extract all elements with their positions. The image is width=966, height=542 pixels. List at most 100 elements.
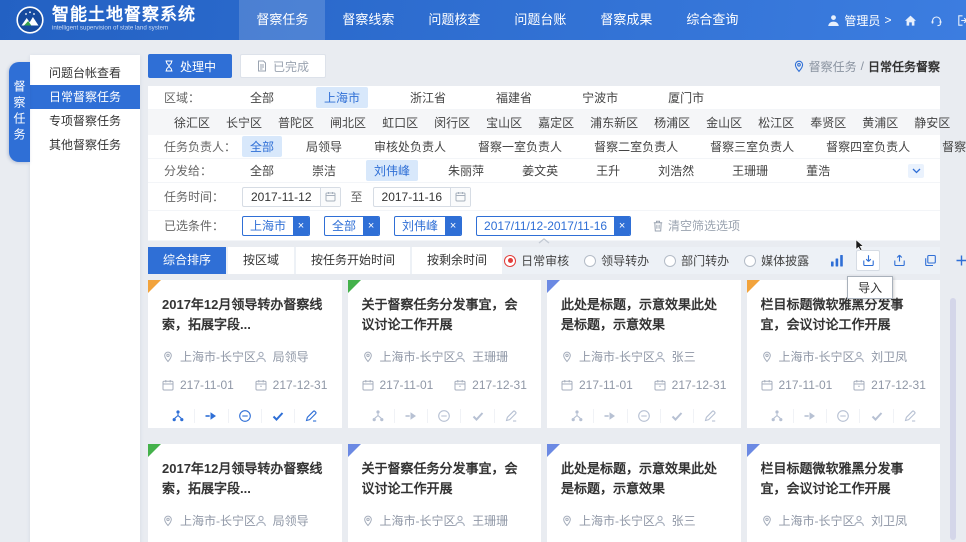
task-card[interactable]: 关于督察任务分发事宜，会议讨论工作开展 上海市-长宁区 王珊珊 217-11-0… [348, 280, 542, 428]
calendar-icon[interactable] [320, 188, 340, 206]
chevron-down-icon[interactable] [908, 164, 924, 178]
close-icon[interactable]: × [363, 217, 379, 235]
import-button[interactable]: 导入 [856, 250, 880, 271]
sort-tab[interactable]: 按区域 [228, 247, 296, 274]
collapse-icon[interactable] [538, 238, 550, 244]
sidebar-item[interactable]: 日常督察任务 [30, 85, 140, 109]
date-from-input[interactable]: 2017-11-12 [242, 187, 341, 207]
nav-item[interactable]: 督察任务 [239, 0, 325, 40]
filter-option[interactable]: 全部 [242, 160, 282, 181]
filter-option[interactable]: 督察五室负责人 [934, 136, 966, 157]
filter-option[interactable]: 松江区 [750, 112, 802, 133]
filter-option[interactable]: 全部 [242, 87, 282, 108]
filter-option[interactable]: 福建省 [488, 87, 540, 108]
task-card[interactable]: 关于督察任务分发事宜，会议讨论工作开展 上海市-长宁区 王珊珊 217-11-0… [348, 444, 542, 542]
filter-option[interactable]: 长宁区 [218, 112, 270, 133]
edit-button[interactable] [494, 409, 527, 423]
filter-option[interactable]: 董浩 [798, 160, 838, 181]
add-icon[interactable] [949, 250, 966, 271]
calendar-icon[interactable] [450, 188, 470, 206]
task-card[interactable]: 2017年12月领导转办督察线索，拓展字段... 上海市-长宁区 局领导 217… [148, 280, 342, 428]
filter-option[interactable]: 宝山区 [478, 112, 530, 133]
distribute-button[interactable] [162, 409, 194, 423]
copy-icon[interactable] [918, 250, 942, 271]
filter-option[interactable]: 王升 [588, 160, 628, 181]
complete-button[interactable] [460, 409, 493, 423]
filter-option[interactable]: 朱丽萍 [440, 160, 492, 181]
close-icon[interactable]: × [614, 217, 630, 235]
filter-option[interactable]: 督察四室负责人 [818, 136, 918, 157]
export-icon[interactable] [887, 250, 911, 271]
filter-option[interactable]: 审核处负责人 [366, 136, 454, 157]
filter-option[interactable]: 全部 [242, 136, 282, 157]
tab-completed[interactable]: 已完成 [240, 54, 326, 78]
tab-processing[interactable]: 处理中 [148, 54, 232, 78]
close-icon[interactable]: × [293, 217, 309, 235]
service-icon[interactable] [930, 14, 943, 27]
nav-item[interactable]: 督察成果 [583, 0, 669, 40]
sort-tab[interactable]: 按剩余时间 [412, 247, 504, 274]
filter-option[interactable]: 嘉定区 [530, 112, 582, 133]
filter-option[interactable]: 督察一室负责人 [470, 136, 570, 157]
filter-option[interactable]: 崇洁 [304, 160, 344, 181]
suspend-button[interactable] [427, 409, 460, 423]
filter-option[interactable]: 刘伟峰 [366, 160, 418, 181]
task-card[interactable]: 2017年12月领导转办督察线索，拓展字段... 上海市-长宁区 局领导 217… [148, 444, 342, 542]
task-card[interactable]: 此处是标题，示意效果此处是标题，示意效果 上海市-长宁区 张三 217-11-0… [547, 280, 741, 428]
vertical-scrollbar[interactable] [950, 298, 956, 540]
forward-button[interactable] [394, 409, 427, 423]
home-icon[interactable] [904, 14, 917, 27]
sidebar-item[interactable]: 其他督察任务 [30, 133, 140, 157]
forward-button[interactable] [593, 409, 626, 423]
logout-icon[interactable] [956, 14, 966, 27]
forward-button[interactable] [793, 409, 826, 423]
user-menu[interactable]: 管理员> [827, 12, 891, 29]
filter-option[interactable]: 局领导 [298, 136, 350, 157]
filter-option[interactable]: 虹口区 [374, 112, 426, 133]
category-radio[interactable]: 部门转办 [664, 252, 729, 269]
breadcrumb-section[interactable]: 督察任务 [809, 58, 857, 75]
edit-button[interactable] [693, 409, 726, 423]
category-radio[interactable]: 日常审核 [504, 252, 569, 269]
sidebar-tab-ducha-renwu[interactable]: 督察任务 [9, 62, 30, 162]
filter-option[interactable]: 上海市 [316, 87, 368, 108]
filter-option[interactable]: 闵行区 [426, 112, 478, 133]
suspend-button[interactable] [228, 409, 261, 423]
sort-tab[interactable]: 按任务开始时间 [296, 247, 412, 274]
filter-option[interactable]: 姜文英 [514, 160, 566, 181]
task-card[interactable]: 栏目标题微软雅黑分发事宜，会议讨论工作开展 上海市-长宁区 刘卫凤 217-11… [747, 280, 941, 428]
filter-option[interactable]: 奉贤区 [802, 112, 854, 133]
filter-option[interactable]: 静安区 [906, 112, 958, 133]
sort-tab[interactable]: 综合排序 [148, 247, 228, 274]
sidebar-item[interactable]: 问题台帐查看 [30, 61, 140, 85]
filter-option[interactable]: 闸北区 [322, 112, 374, 133]
nav-item[interactable]: 问题核查 [411, 0, 497, 40]
filter-option[interactable]: 徐汇区 [166, 112, 218, 133]
edit-button[interactable] [893, 409, 926, 423]
clear-filters-button[interactable]: 清空筛选选项 [653, 217, 740, 234]
forward-button[interactable] [194, 409, 227, 423]
filter-option[interactable]: 崇明区 [958, 112, 966, 133]
filter-option[interactable]: 督察三室负责人 [702, 136, 802, 157]
edit-button[interactable] [294, 409, 327, 423]
distribute-button[interactable] [761, 409, 793, 423]
filter-option[interactable]: 王珊珊 [724, 160, 776, 181]
nav-item[interactable]: 综合查询 [669, 0, 755, 40]
complete-button[interactable] [859, 409, 892, 423]
distribute-button[interactable] [561, 409, 593, 423]
date-to-input[interactable]: 2017-11-16 [373, 187, 472, 207]
stats-icon[interactable] [825, 250, 849, 271]
filter-option[interactable]: 刘浩然 [650, 160, 702, 181]
filter-option[interactable]: 杨浦区 [646, 112, 698, 133]
filter-option[interactable]: 普陀区 [270, 112, 322, 133]
filter-option[interactable]: 黄浦区 [854, 112, 906, 133]
nav-item[interactable]: 督察线索 [325, 0, 411, 40]
category-radio[interactable]: 领导转办 [584, 252, 649, 269]
nav-item[interactable]: 问题台账 [497, 0, 583, 40]
complete-button[interactable] [261, 409, 294, 423]
task-card[interactable]: 此处是标题，示意效果此处是标题，示意效果 上海市-长宁区 张三 217-11-0… [547, 444, 741, 542]
suspend-button[interactable] [826, 409, 859, 423]
filter-option[interactable]: 宁波市 [574, 87, 626, 108]
filter-option[interactable]: 浙江省 [402, 87, 454, 108]
task-card[interactable]: 栏目标题微软雅黑分发事宜，会议讨论工作开展 上海市-长宁区 刘卫凤 217-11… [747, 444, 941, 542]
